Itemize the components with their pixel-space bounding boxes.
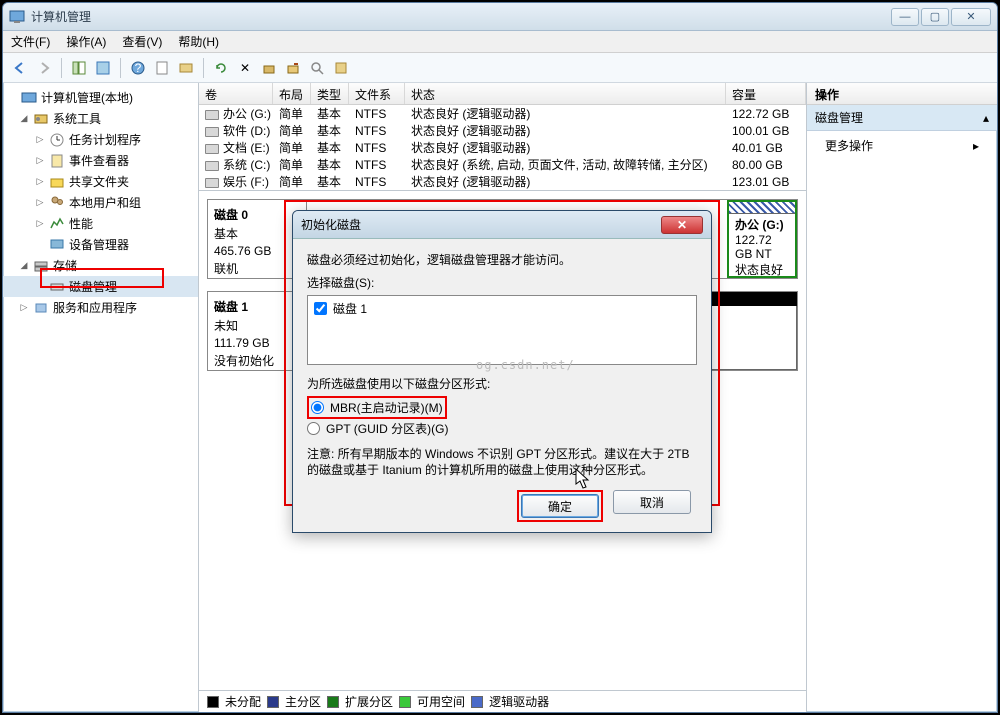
actions-panel: 操作 磁盘管理▴ 更多操作▸ [807,83,997,712]
show-hide-tree-button[interactable] [68,57,90,79]
col-filesystem[interactable]: 文件系统 [349,83,405,104]
actions-section[interactable]: 磁盘管理▴ [807,105,997,131]
col-volume[interactable]: 卷 [199,83,273,104]
legend-logical-swatch [471,696,483,708]
collapse-icon: ▴ [983,111,989,125]
volume-list[interactable]: 办公 (G:)简单基本NTFS状态良好 (逻辑驱动器)122.72 GB软件 (… [199,105,806,190]
tool-button-2[interactable] [258,57,280,79]
volume-row[interactable]: 文档 (E:)简单基本NTFS状态良好 (逻辑驱动器)40.01 GB [199,139,806,156]
highlight-ok: 确定 [517,490,603,522]
gpt-radio-row[interactable]: GPT (GUID 分区表)(G) [307,419,697,438]
dialog-titlebar[interactable]: 初始化磁盘 ✕ [293,211,711,239]
actions-title: 操作 [807,83,997,105]
menu-file[interactable]: 文件(F) [11,33,50,50]
minimize-button[interactable]: — [891,8,919,26]
legend: 未分配 主分区 扩展分区 可用空间 逻辑驱动器 [199,690,806,712]
volume-list-header: 卷 布局 类型 文件系统 状态 容量 [199,83,806,105]
disk-checkbox-row[interactable]: 磁盘 1 [314,300,690,317]
tree-local-users[interactable]: ▷本地用户和组 [3,192,198,213]
gpt-radio[interactable] [307,422,320,435]
toolbar: ? ✕ [3,53,997,83]
tree-task-scheduler[interactable]: ▷任务计划程序 [3,129,198,150]
disk-select-list[interactable]: 磁盘 1 [307,295,697,365]
tree-device-manager[interactable]: 设备管理器 [3,234,198,255]
select-disk-label: 选择磁盘(S): [307,274,697,291]
dialog-message: 磁盘必须经过初始化，逻辑磁盘管理器才能访问。 [307,251,697,268]
delete-icon[interactable]: ✕ [234,57,256,79]
refresh-button[interactable] [210,57,232,79]
col-type[interactable]: 类型 [311,83,349,104]
view-button[interactable] [92,57,114,79]
dialog-close-button[interactable]: ✕ [661,216,703,234]
legend-primary-swatch [267,696,279,708]
tree-root[interactable]: 计算机管理(本地) [3,87,198,108]
app-icon [9,9,25,25]
ok-button[interactable]: 确定 [521,494,599,518]
highlight-mbr: MBR(主启动记录)(M) [307,396,447,419]
menu-view[interactable]: 查看(V) [122,33,162,50]
menu-help[interactable]: 帮助(H) [178,33,219,50]
tool-button-3[interactable] [282,57,304,79]
window-title: 计算机管理 [31,8,891,25]
actions-more[interactable]: 更多操作▸ [807,131,997,160]
menubar: 文件(F) 操作(A) 查看(V) 帮助(H) [3,31,997,53]
volume-row[interactable]: 娱乐 (F:)简单基本NTFS状态良好 (逻辑驱动器)123.01 GB [199,173,806,190]
col-layout[interactable]: 布局 [273,83,311,104]
search-icon[interactable] [306,57,328,79]
properties-button[interactable] [151,57,173,79]
volume-row[interactable]: 系统 (C:)简单基本NTFS状态良好 (系统, 启动, 页面文件, 活动, 故… [199,156,806,173]
legend-extended-swatch [327,696,339,708]
maximize-button[interactable]: ▢ [921,8,949,26]
back-button[interactable] [9,57,31,79]
forward-button[interactable] [33,57,55,79]
col-status[interactable]: 状态 [405,83,726,104]
tool-button-1[interactable] [175,57,197,79]
tree-storage[interactable]: ◢存储 [3,255,198,276]
init-disk-dialog: 初始化磁盘 ✕ 磁盘必须经过初始化，逻辑磁盘管理器才能访问。 选择磁盘(S): … [292,210,712,533]
close-button[interactable]: ✕ [951,8,991,26]
tree-panel: 计算机管理(本地) ◢系统工具 ▷任务计划程序 ▷事件查看器 ▷共享文件夹 ▷本… [3,83,199,712]
tree-services-apps[interactable]: ▷服务和应用程序 [3,297,198,318]
legend-free-swatch [399,696,411,708]
dialog-title: 初始化磁盘 [301,216,661,233]
mbr-radio[interactable] [311,401,324,414]
volume-row[interactable]: 软件 (D:)简单基本NTFS状态良好 (逻辑驱动器)100.01 GB [199,122,806,139]
disk0-partition-g[interactable]: 办公 (G:) 122.72 GB NT 状态良好 (逻辑 [727,200,797,278]
tree-performance[interactable]: ▷性能 [3,213,198,234]
tree-disk-management[interactable]: 磁盘管理 [3,276,198,297]
partition-style-label: 为所选磁盘使用以下磁盘分区形式: [307,375,697,392]
help-button[interactable]: ? [127,57,149,79]
tree-event-viewer[interactable]: ▷事件查看器 [3,150,198,171]
tree-systools[interactable]: ◢系统工具 [3,108,198,129]
dialog-note: 注意: 所有早期版本的 Windows 不识别 GPT 分区形式。建议在大于 2… [307,446,697,478]
chevron-right-icon: ▸ [973,139,979,153]
menu-action[interactable]: 操作(A) [66,33,106,50]
cancel-button[interactable]: 取消 [613,490,691,514]
svg-text:?: ? [135,61,142,75]
col-capacity[interactable]: 容量 [726,83,806,104]
titlebar[interactable]: 计算机管理 — ▢ ✕ [3,3,997,31]
mbr-radio-row[interactable]: MBR(主启动记录)(M) [311,398,443,417]
tree-shared-folders[interactable]: ▷共享文件夹 [3,171,198,192]
disk1-checkbox[interactable] [314,302,327,315]
volume-row[interactable]: 办公 (G:)简单基本NTFS状态良好 (逻辑驱动器)122.72 GB [199,105,806,122]
legend-unalloc-swatch [207,696,219,708]
tool-button-4[interactable] [330,57,352,79]
